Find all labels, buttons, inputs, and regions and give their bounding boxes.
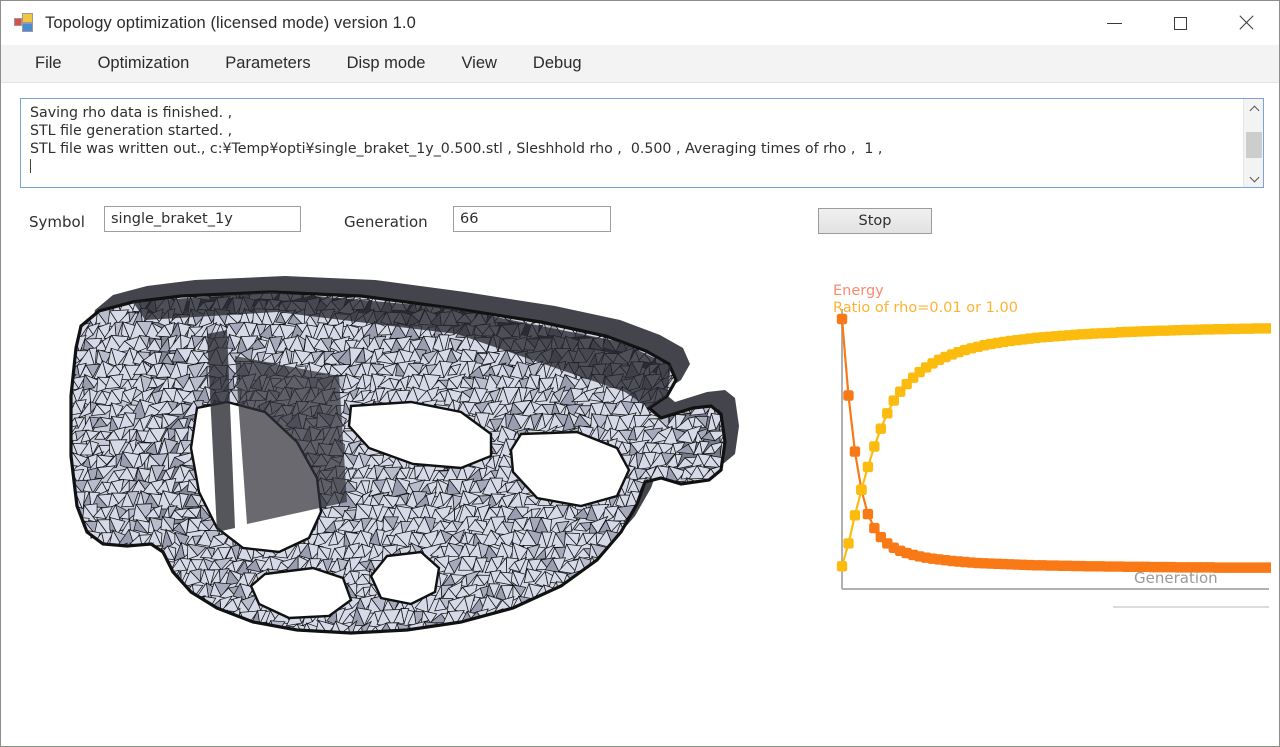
menu-item-debug[interactable]: Debug: [519, 50, 596, 77]
title-bar: Topology optimization (licensed mode) ve…: [1, 1, 1279, 45]
menu-item-disp-mode[interactable]: Disp mode: [333, 50, 440, 77]
window-title: Topology optimization (licensed mode) ve…: [45, 13, 416, 32]
scroll-up-button[interactable]: [1244, 99, 1264, 118]
menu-item-view[interactable]: View: [447, 50, 510, 77]
mesh-viewport[interactable]: [21, 256, 811, 726]
stop-button[interactable]: Stop: [818, 208, 932, 234]
scrollbar-thumb[interactable]: [1246, 132, 1262, 158]
menu-item-file[interactable]: File: [21, 50, 76, 77]
log-scrollbar[interactable]: [1243, 99, 1263, 187]
minimize-button[interactable]: [1081, 1, 1147, 45]
text-caret: [30, 159, 31, 173]
convergence-chart: Energy Ratio of rho=0.01 or 1.00 Generat…: [821, 256, 1271, 616]
window-controls: [1081, 1, 1279, 45]
minimize-icon: [1106, 22, 1122, 24]
chevron-down-icon: [1250, 174, 1258, 182]
menu-bar: File Optimization Parameters Disp mode V…: [1, 45, 1279, 83]
menu-item-optimization[interactable]: Optimization: [84, 50, 204, 77]
bracket-mesh-render: [69, 276, 739, 635]
maximize-button[interactable]: [1147, 1, 1213, 45]
application-window: Topology optimization (licensed mode) ve…: [0, 0, 1280, 747]
legend-entry-energy: Energy: [833, 283, 884, 299]
symbol-input[interactable]: single_braket_1y: [104, 206, 301, 232]
log-text[interactable]: Saving rho data is finished. , STL file …: [21, 99, 1243, 187]
log-output-box[interactable]: Saving rho data is finished. , STL file …: [20, 98, 1264, 188]
chevron-up-icon: [1250, 105, 1258, 113]
chart-legend: Energy Ratio of rho=0.01 or 1.00: [833, 283, 1018, 317]
maximize-icon: [1173, 16, 1187, 30]
app-grid-icon: [14, 13, 34, 33]
legend-entry-ratio: Ratio of rho=0.01 or 1.00: [833, 300, 1018, 316]
log-text-content: Saving rho data is finished. , STL file …: [30, 105, 883, 157]
symbol-label: Symbol: [29, 213, 85, 231]
generation-label: Generation: [344, 213, 428, 231]
menu-item-parameters[interactable]: Parameters: [211, 50, 324, 77]
close-button[interactable]: [1213, 1, 1279, 45]
form-row: Symbol single_braket_1y Generation 66: [1, 206, 1279, 240]
scroll-down-button[interactable]: [1244, 168, 1264, 187]
close-icon: [1238, 15, 1254, 31]
chart-x-axis-label: Generation: [1134, 569, 1218, 587]
generation-input[interactable]: 66: [453, 206, 611, 232]
